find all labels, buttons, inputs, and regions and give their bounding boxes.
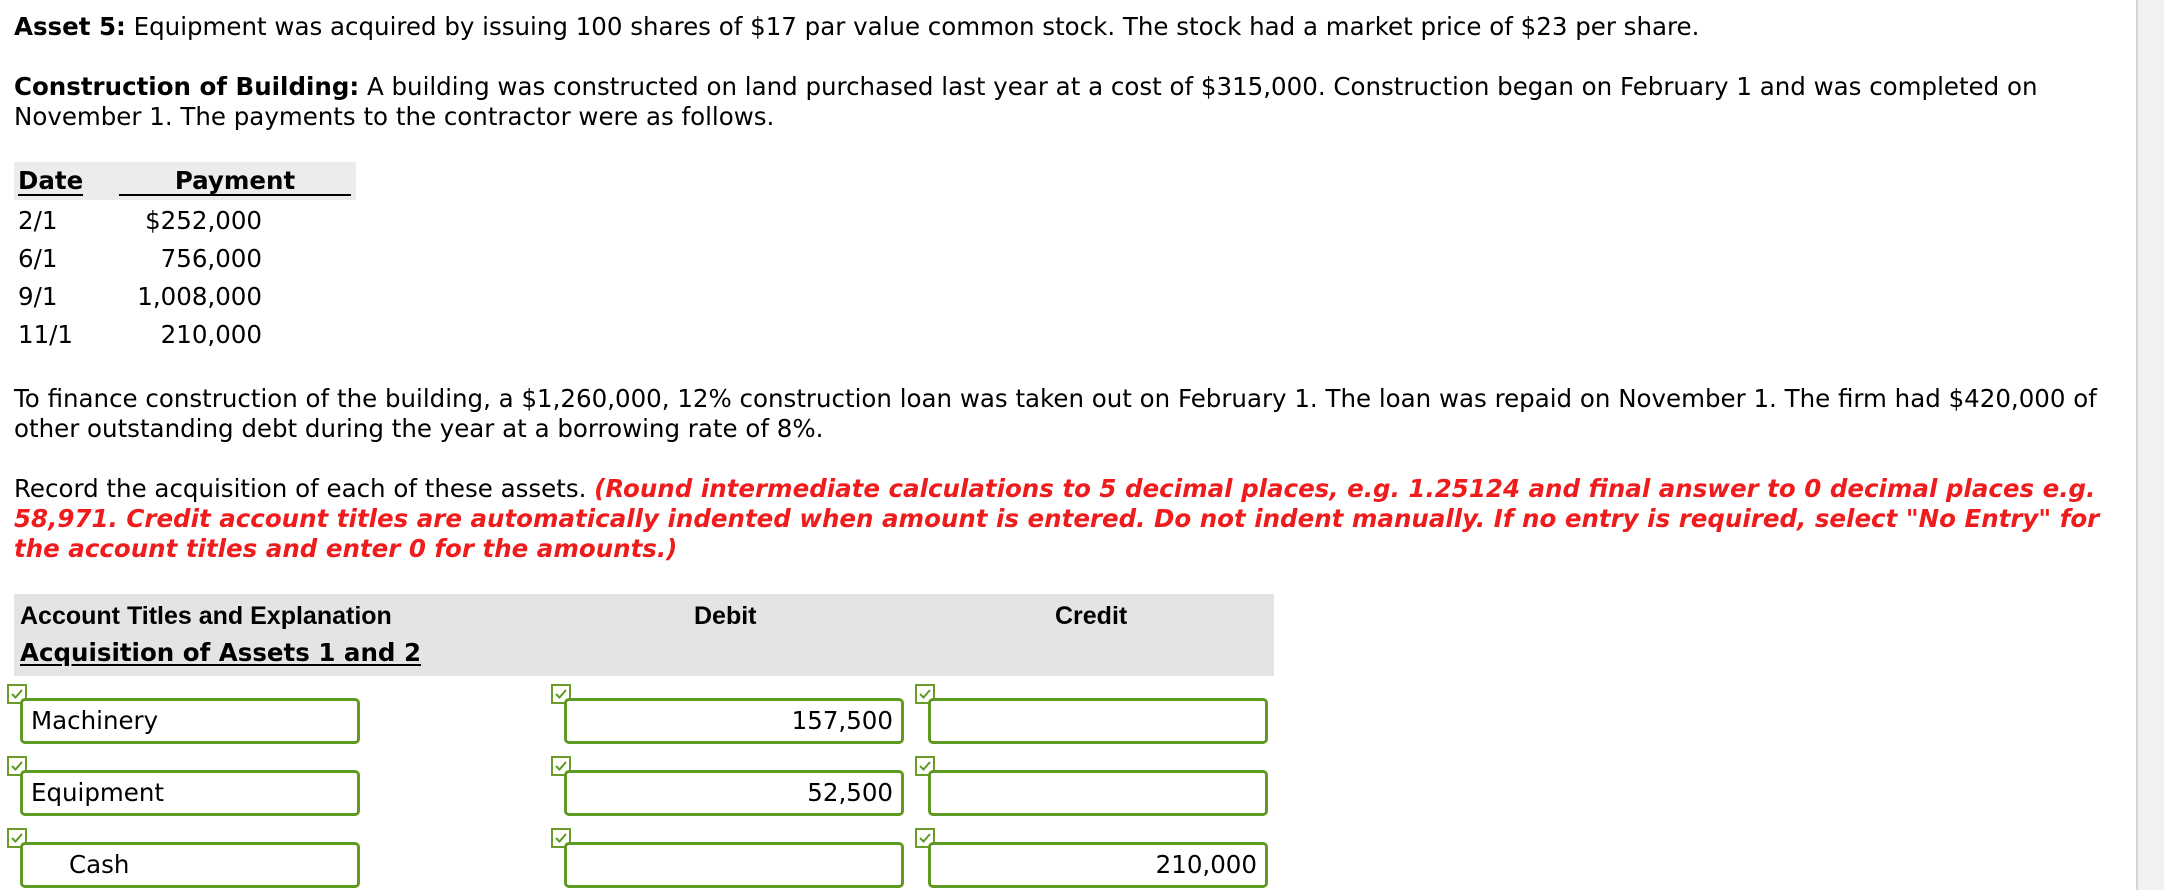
- credit-amount-field[interactable]: [928, 770, 1268, 816]
- construction-label: Construction of Building:: [14, 72, 360, 101]
- payment-table-header: Date Payment: [14, 162, 356, 200]
- journal-header: Account Titles and Explanation Debit Cre…: [14, 594, 1274, 676]
- finance-text: To finance construction of the building,…: [14, 384, 2097, 443]
- credit-column-header: Credit: [1055, 602, 1128, 630]
- payment-amount: 756,000: [160, 244, 262, 273]
- payment-date: 9/1: [18, 282, 58, 311]
- account-title-field[interactable]: Cash: [20, 842, 360, 888]
- payment-date: 6/1: [18, 244, 58, 273]
- debit-amount-field[interactable]: 52,500: [564, 770, 904, 816]
- payment-date: 2/1: [18, 206, 58, 235]
- debit-column-header: Debit: [694, 602, 757, 630]
- journal-entry-row: Machinery 157,500: [0, 684, 1280, 744]
- payment-amount: 210,000: [160, 320, 262, 349]
- account-title-field[interactable]: Machinery: [20, 698, 360, 744]
- journal-section-title: Acquisition of Assets 1 and 2: [20, 638, 422, 667]
- payment-amount-header: Payment: [119, 168, 351, 196]
- payment-amount: $252,000: [145, 206, 262, 235]
- journal-entry-row: Cash 210,000: [0, 828, 1280, 888]
- payment-amount: 1,008,000: [137, 282, 262, 311]
- credit-amount-field[interactable]: [928, 698, 1268, 744]
- debit-amount-field[interactable]: 157,500: [564, 698, 904, 744]
- payment-date-header: Date: [18, 166, 84, 196]
- scrollbar[interactable]: [2136, 0, 2164, 890]
- credit-amount-field[interactable]: 210,000: [928, 842, 1268, 888]
- construction-text: Construction of Building: A building was…: [14, 72, 2124, 132]
- instructions-text: Record the acquisition of each of these …: [14, 474, 595, 503]
- asset5-description: Equipment was acquired by issuing 100 sh…: [125, 12, 1700, 41]
- payment-row: 11/1 210,000: [18, 320, 348, 350]
- payment-row: 2/1 $252,000: [18, 206, 348, 236]
- journal-entry-row: Equipment 52,500: [0, 756, 1280, 816]
- debit-amount-field[interactable]: [564, 842, 904, 888]
- account-title-field[interactable]: Equipment: [20, 770, 360, 816]
- instructions: Record the acquisition of each of these …: [14, 474, 2124, 564]
- payment-date: 11/1: [18, 320, 74, 349]
- payment-row: 6/1 756,000: [18, 244, 348, 274]
- account-column-header: Account Titles and Explanation: [20, 602, 392, 630]
- payment-row: 9/1 1,008,000: [18, 282, 348, 312]
- asset5-text: Asset 5: Equipment was acquired by issui…: [14, 12, 2124, 42]
- asset5-label: Asset 5:: [14, 12, 126, 41]
